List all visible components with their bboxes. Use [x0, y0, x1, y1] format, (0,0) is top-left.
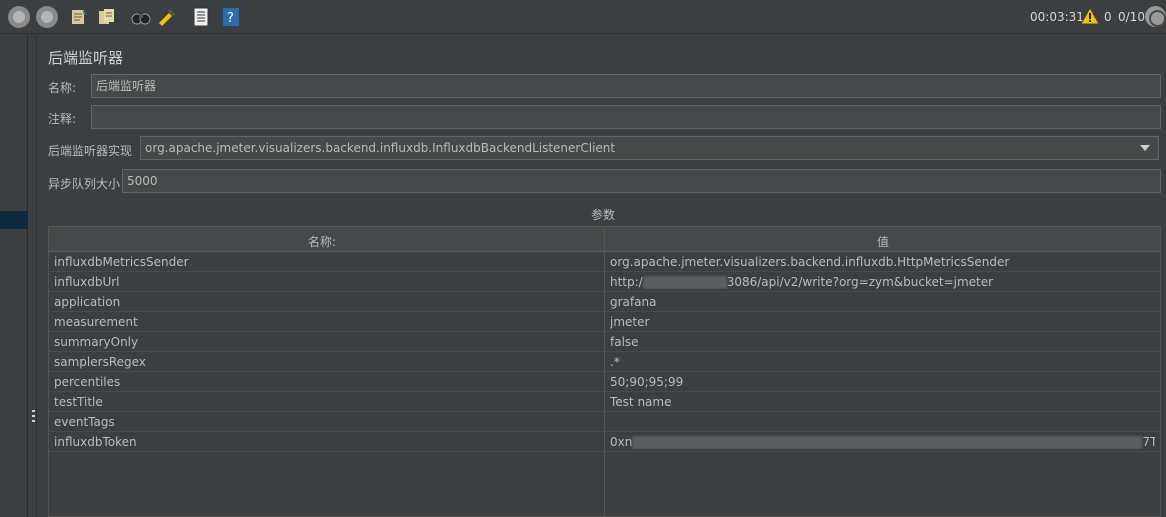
param-value[interactable]: jmeter	[610, 315, 1155, 329]
redacted-block	[632, 436, 1143, 449]
page-title: 后端监听器	[48, 49, 124, 67]
svg-text:?: ?	[227, 11, 234, 26]
param-value[interactable]: false	[610, 335, 1155, 349]
param-name[interactable]: eventTags	[54, 415, 599, 429]
param-value[interactable]: http:/ 3086/api/v2/write?org=zym&bucket=j…	[610, 275, 1155, 289]
param-name[interactable]: influxdbToken	[54, 435, 599, 449]
elapsed-timer: 00:03:31	[1030, 10, 1084, 24]
param-name[interactable]: samplersRegex	[54, 355, 599, 369]
header-name[interactable]: 名称:	[308, 233, 336, 250]
param-value[interactable]: .*	[610, 355, 1155, 369]
param-value[interactable]: grafana	[610, 295, 1155, 309]
params-table[interactable]: 名称: 值 influxdbMetricsSender org.apache.j…	[48, 226, 1161, 517]
param-name[interactable]: testTitle	[54, 395, 599, 409]
table-row[interactable]: percentiles 50;90;95;99	[49, 372, 1160, 392]
stop-icon[interactable]	[36, 6, 58, 28]
param-name[interactable]: measurement	[54, 315, 599, 329]
param-name[interactable]: percentiles	[54, 375, 599, 389]
value-suffix: 7T...	[1142, 435, 1155, 449]
value-prefix: 0xn	[610, 435, 633, 449]
test-plan-tree[interactable]	[0, 35, 28, 517]
toolbar: ? 00:03:31 0 0/10	[0, 0, 1166, 34]
impl-select-value: org.apache.jmeter.visualizers.backend.in…	[145, 141, 616, 155]
value-suffix: 3086/api/v2/write?org=zym&bucket=jmeter	[726, 275, 994, 289]
impl-label: 后端监听器实现	[48, 144, 133, 158]
clear-icon[interactable]	[68, 6, 90, 28]
function-helper-icon[interactable]	[190, 6, 212, 28]
param-name[interactable]: summaryOnly	[54, 335, 599, 349]
param-value[interactable]: org.apache.jmeter.visualizers.backend.in…	[610, 255, 1155, 269]
search-icon[interactable]	[130, 6, 152, 28]
name-field[interactable]: 后端监听器	[91, 74, 1161, 98]
comment-field[interactable]	[91, 105, 1161, 129]
param-value[interactable]: 0xn 7T...	[610, 435, 1155, 449]
tree-selected-node[interactable]	[0, 211, 28, 229]
queue-size-label: 异步队列大小	[48, 177, 121, 191]
splitter-grip[interactable]	[32, 410, 35, 424]
split-pane-divider[interactable]	[28, 35, 37, 517]
param-name[interactable]: influxdbMetricsSender	[54, 255, 599, 269]
table-row[interactable]: samplersRegex .*	[49, 352, 1160, 372]
chevron-down-icon[interactable]	[1140, 145, 1150, 151]
param-value[interactable]: 50;90;95;99	[610, 375, 1155, 389]
table-row[interactable]: application grafana	[49, 292, 1160, 312]
impl-select[interactable]: org.apache.jmeter.visualizers.backend.in…	[140, 136, 1159, 160]
table-row[interactable]: summaryOnly false	[49, 332, 1160, 352]
warning-count: 0	[1104, 10, 1112, 24]
params-title: 参数	[591, 208, 616, 222]
help-icon[interactable]: ?	[220, 6, 242, 28]
table-row[interactable]: measurement jmeter	[49, 312, 1160, 332]
table-row[interactable]: influxdbMetricsSender org.apache.jmeter.…	[49, 252, 1160, 272]
redacted-block	[642, 276, 727, 289]
param-name[interactable]: application	[54, 295, 599, 309]
remote-globe-icon[interactable]	[1145, 6, 1166, 27]
active-threads: 0/10	[1118, 10, 1145, 24]
start-icon[interactable]	[8, 6, 30, 28]
param-name[interactable]: influxdbUrl	[54, 275, 599, 289]
table-row[interactable]: influxdbToken 0xn 7T...	[49, 432, 1160, 452]
table-row[interactable]: influxdbUrl http:/ 3086/api/v2/write?org=…	[49, 272, 1160, 292]
clear-all-icon[interactable]	[96, 6, 118, 28]
table-row[interactable]: testTitle Test name	[49, 392, 1160, 412]
queue-size-field[interactable]: 5000	[122, 169, 1161, 193]
comment-label: 注释:	[48, 112, 77, 126]
value-prefix: http:/	[610, 275, 643, 289]
reset-search-icon[interactable]	[156, 6, 178, 28]
name-label: 名称:	[48, 81, 77, 95]
table-row[interactable]: eventTags	[49, 412, 1160, 432]
warning-icon[interactable]	[1080, 6, 1100, 25]
header-value[interactable]: 值	[877, 233, 889, 250]
param-value[interactable]: Test name	[610, 395, 1155, 409]
